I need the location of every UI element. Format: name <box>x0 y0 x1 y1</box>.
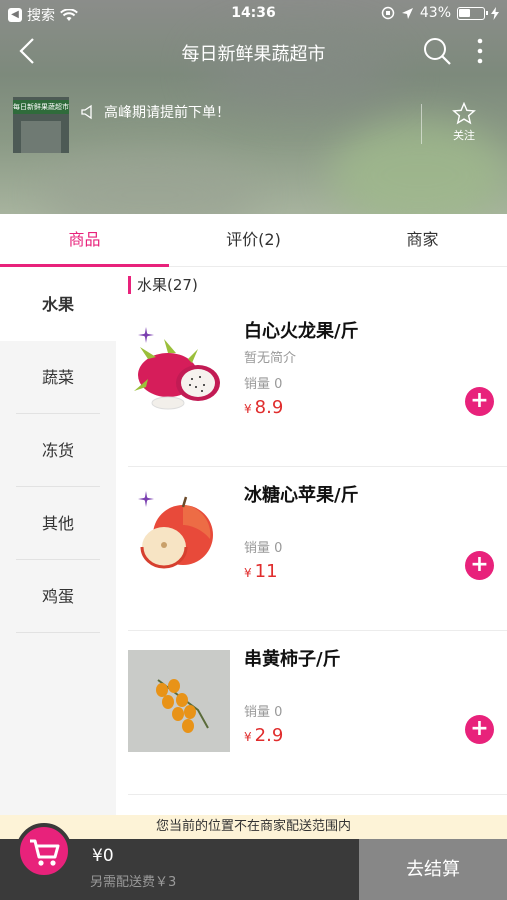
sparkle-badge-icon <box>138 327 154 343</box>
tab-products[interactable]: 商品 <box>0 214 169 267</box>
cart-button[interactable] <box>16 823 72 879</box>
follow-label: 关注 <box>453 129 475 142</box>
store-header: ◀ 搜索 14:36 43% 每日新鲜果蔬超市 每日新鲜果蔬超市 高峰期请提前下… <box>0 0 507 214</box>
speaker-icon <box>81 104 92 120</box>
product-sales: 销量 0 <box>244 541 283 556</box>
yellow-tomatoes-image[interactable] <box>128 650 230 752</box>
navbar: 每日新鲜果蔬超市 <box>0 30 507 74</box>
shop-info-bar: 每日新鲜果蔬超市 高峰期请提前下单！ 关注 <box>0 94 507 156</box>
charging-icon <box>491 6 499 20</box>
tab-merchant[interactable]: 商家 <box>338 214 507 266</box>
more-vertical-icon[interactable] <box>470 36 490 66</box>
currency-symbol: ¥ <box>244 730 252 744</box>
tab-bar: 商品 评价(2) 商家 <box>0 214 507 267</box>
divider <box>421 104 422 144</box>
tab-reviews[interactable]: 评价(2) <box>169 214 338 266</box>
location-arrow-icon <box>401 7 413 19</box>
product-sales: 销量 0 <box>244 377 283 392</box>
delivery-range-notice: 您当前的位置不在商家配送范围内 <box>0 815 507 839</box>
delivery-fee: 另需配送费￥3 <box>90 875 177 890</box>
follow-button[interactable]: 关注 <box>448 102 480 143</box>
category-frozen[interactable]: 冻货 <box>0 414 116 487</box>
price-value: 11 <box>254 561 278 582</box>
shop-photo-sign: 每日新鲜果蔬超市 <box>13 100 69 114</box>
product-name: 冰糖心苹果/斤 <box>244 485 359 506</box>
add-to-cart-button[interactable]: + <box>465 715 494 744</box>
orientation-lock-icon <box>381 6 395 20</box>
battery-percent: 43% <box>419 5 451 21</box>
category-other[interactable]: 其他 <box>0 487 116 560</box>
product-item[interactable]: 冰糖心苹果/斤 销量 0 ¥11 + <box>128 467 507 631</box>
category-heading: 水果(27) <box>128 276 198 294</box>
search-icon[interactable] <box>422 36 452 66</box>
product-name: 白心火龙果/斤 <box>244 321 359 342</box>
category-vegetables[interactable]: 蔬菜 <box>0 341 116 414</box>
shopping-cart-icon <box>30 839 60 866</box>
cart-bar: ¥0 另需配送费￥3 去结算 <box>0 823 507 900</box>
price-value: 2.9 <box>254 725 284 746</box>
product-item[interactable]: 白心火龙果/斤 暂无简介 销量 0 ¥8.9 + <box>128 303 507 467</box>
product-price: ¥8.9 <box>244 397 283 418</box>
product-price: ¥11 <box>244 561 278 582</box>
product-name: 串黄柿子/斤 <box>244 649 341 670</box>
currency-symbol: ¥ <box>244 566 252 580</box>
product-price: ¥2.9 <box>244 725 283 746</box>
category-sidebar: 水果 蔬菜 冻货 其他 鸡蛋 <box>0 268 116 815</box>
price-value: 8.9 <box>254 397 284 418</box>
status-bar: ◀ 搜索 14:36 43% <box>0 0 507 28</box>
cart-total: ¥0 <box>92 846 114 866</box>
category-eggs[interactable]: 鸡蛋 <box>0 560 116 633</box>
sparkle-badge-icon <box>138 491 154 507</box>
product-description: 暂无简介 <box>244 351 297 366</box>
currency-symbol: ¥ <box>244 402 252 416</box>
category-fruit[interactable]: 水果 <box>0 268 116 341</box>
product-sales: 销量 0 <box>244 705 283 720</box>
shop-notice: 高峰期请提前下单！ <box>104 105 230 121</box>
add-to-cart-button[interactable]: + <box>465 551 494 580</box>
checkout-button[interactable]: 去结算 <box>359 839 507 900</box>
battery-icon <box>457 6 488 20</box>
add-to-cart-button[interactable]: + <box>465 387 494 416</box>
star-icon <box>452 102 476 125</box>
product-item[interactable]: 串黄柿子/斤 销量 0 ¥2.9 + <box>128 631 507 795</box>
shop-photo[interactable]: 每日新鲜果蔬超市 <box>13 97 69 153</box>
